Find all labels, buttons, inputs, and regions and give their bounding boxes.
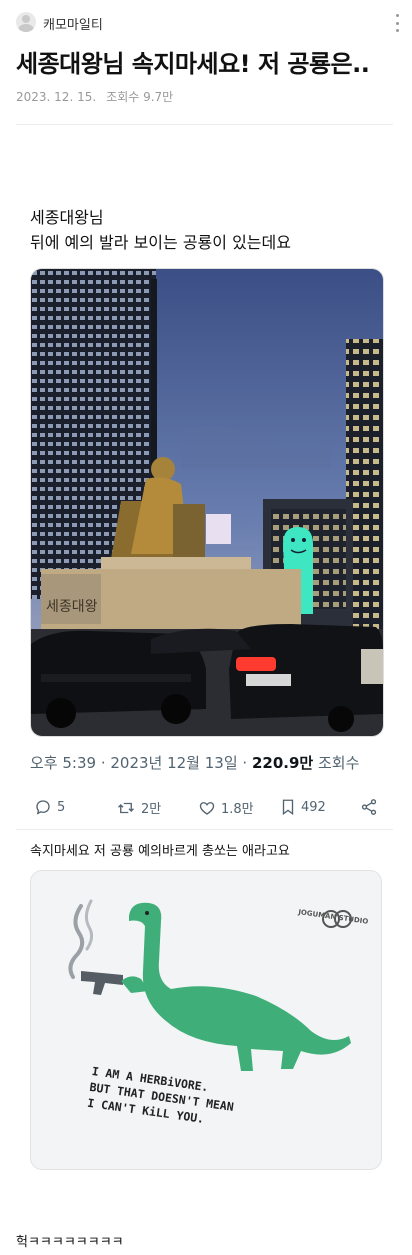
share-button[interactable]	[360, 798, 383, 816]
divider	[16, 829, 393, 830]
bookmark-button[interactable]: 492	[280, 798, 326, 816]
avatar[interactable]	[16, 12, 36, 32]
night-city-photo: 세종대왕	[31, 269, 383, 736]
bookmark-icon	[282, 799, 294, 816]
retweet-count: 2만	[141, 802, 162, 817]
second-caption: 속지마세요 저 공룡 예의바르게 총쏘는 애라고요	[30, 844, 290, 859]
tweet-photo[interactable]: 세종대왕	[30, 268, 384, 737]
tweet-text-line: 세종대왕님	[30, 208, 104, 227]
post-views: 조회수 9.7만	[106, 90, 174, 104]
tweet-actions: 5 2만 1.8만 492	[30, 798, 384, 820]
comment-text: 헉ㅋㅋㅋㅋㅋㅋㅋㅋ	[16, 1235, 124, 1250]
tweet-time: 오후 5:39 · 2023년 12월 13일 ·	[30, 754, 252, 772]
post-header: 캐모마일티	[16, 12, 404, 34]
reply-button[interactable]: 5	[34, 798, 65, 816]
more-vertical-icon[interactable]	[394, 14, 400, 32]
tweet-text: 세종대왕님 뒤에 예의 발라 보이는 공룡이 있는데요	[30, 205, 291, 255]
reply-count: 5	[57, 799, 66, 815]
sticker-photo[interactable]: JOGUMAN STUDIO I AM A HERBiVORE. BUT THA…	[30, 870, 382, 1170]
post-title: 세종대왕님 속지마세요! 저 공룡은..	[16, 50, 370, 78]
heart-icon	[199, 801, 215, 815]
tweet-meta: 오후 5:39 · 2023년 12월 13일 · 220.9만 조회수	[30, 752, 359, 773]
tweet-view-label: 조회수	[313, 754, 360, 772]
bookmark-count: 492	[301, 799, 326, 815]
divider	[16, 124, 393, 125]
share-icon	[361, 799, 377, 815]
svg-text:세종대왕: 세종대왕	[46, 599, 98, 615]
post-meta: 2023. 12. 15. 조회수 9.7만	[16, 88, 173, 105]
tweet-text-line: 뒤에 예의 발라 보이는 공룡이 있는데요	[30, 233, 291, 252]
author-name[interactable]: 캐모마일티	[43, 14, 103, 33]
retweet-button[interactable]: 2만	[116, 798, 161, 817]
tweet-view-count: 220.9만	[251, 754, 314, 772]
post-date: 2023. 12. 15.	[16, 90, 97, 104]
like-count: 1.8만	[221, 802, 254, 817]
retweet-icon	[118, 802, 134, 813]
reply-icon	[36, 800, 50, 815]
like-button[interactable]: 1.8만	[198, 798, 254, 817]
